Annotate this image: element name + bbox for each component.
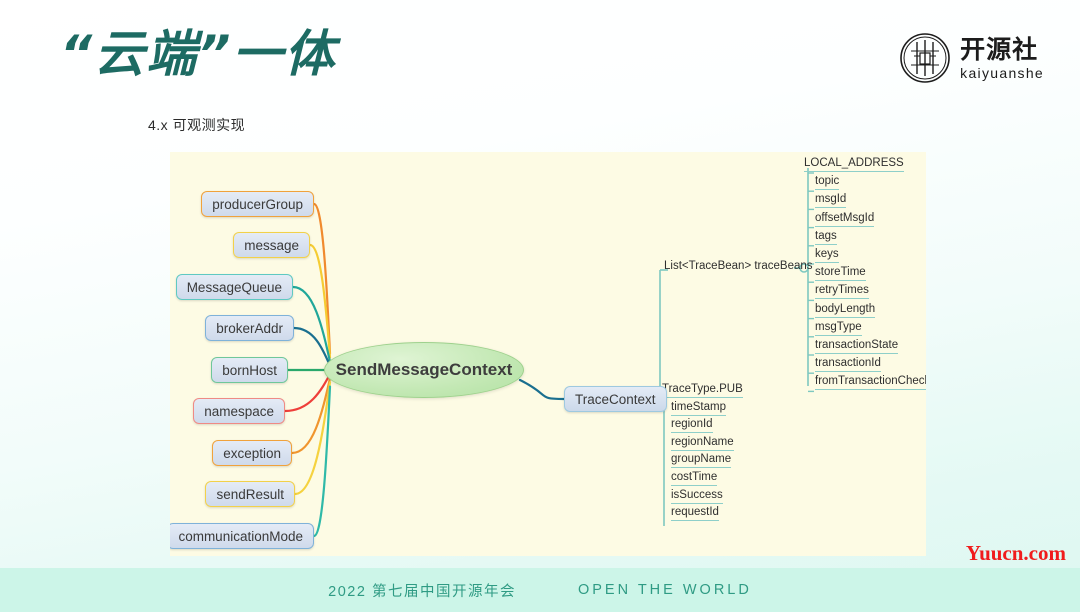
mindmap-center-node[interactable]: SendMessageContext	[324, 342, 524, 398]
mindmap-node-namespace[interactable]: namespace	[193, 398, 285, 424]
mindmap-field-msgtype: msgType	[815, 321, 862, 336]
mindmap-field-local_address: LOCAL_ADDRESS	[804, 157, 904, 172]
mindmap-field-requestid: requestId	[671, 506, 719, 522]
page-title: “云端”一体	[60, 25, 337, 83]
mindmap-node-messagequeue[interactable]: MessageQueue	[175, 274, 293, 300]
mindmap-node-sendresult[interactable]: sendResult	[205, 481, 295, 507]
mindmap-field-transactionid: transactionId	[815, 357, 881, 373]
mindmap-field-timestamp: timeStamp	[671, 401, 726, 416]
logo-text-en: kaiyuanshe	[960, 64, 1044, 81]
footer-bar: 2022 第七届中国开源年会 OPEN THE WORLD	[0, 568, 1080, 612]
mindmap-field-tags: tags	[815, 230, 837, 245]
kaiyuanshe-seal-icon	[899, 32, 951, 84]
mindmap-field-bodylength: bodyLength	[815, 303, 876, 318]
mindmap-node-bornhost[interactable]: bornHost	[211, 357, 288, 383]
watermark: Yuucn.com	[965, 541, 1066, 565]
mindmap-field-topic: topic	[815, 175, 840, 191]
mindmap-field-msgid: msgId	[815, 193, 847, 209]
footer-conference-name: 2022 第七届中国开源年会	[328, 583, 516, 600]
mindmap-field-transactionstate: transactionState	[815, 339, 899, 354]
mindmap-node-tracecontext[interactable]: TraceContext	[564, 386, 667, 412]
mindmap-diagram: producerGroup message MessageQueue brokerAd…	[170, 152, 926, 556]
mindmap-field-offsetmsgid: offsetMsgId	[815, 212, 875, 227]
mindmap-field-retrytimes: retryTimes	[815, 284, 869, 300]
mindmap-field-keys: keys	[815, 248, 839, 263]
mindmap-field-costtime: costTime	[671, 471, 718, 486]
mindmap-field-regionid: regionId	[671, 418, 713, 434]
mindmap-trace-beans-label: List<TraceBean> traceBeans	[664, 260, 813, 272]
mindmap-node-exception[interactable]: exception	[212, 440, 292, 466]
mindmap-field-tracetype-pub: TraceType.PUB	[662, 383, 743, 398]
mindmap-node-message[interactable]: message	[233, 232, 310, 258]
mindmap-node-communicationmode[interactable]: communicationMode	[170, 523, 314, 549]
mindmap-field-regionname: regionName	[671, 436, 734, 451]
mindmap-field-fromtransactioncheck: fromTransactionCheck	[815, 375, 926, 391]
mindmap-field-groupname: groupName	[671, 453, 732, 469]
mindmap-node-brokeraddr[interactable]: brokerAddr	[205, 315, 294, 341]
footer-slogan: OPEN THE WORLD	[577, 582, 752, 598]
mindmap-node-producergroup[interactable]: producerGroup	[201, 191, 314, 217]
logo-text-cn: 开源社	[960, 34, 1039, 64]
page-subtitle: 4.x 可观测实现	[148, 117, 246, 133]
mindmap-field-storetime: storeTime	[815, 266, 866, 282]
mindmap-field-issuccess: isSuccess	[671, 489, 723, 504]
brand-logo: 开源社 kaiyuanshe	[899, 32, 1044, 84]
